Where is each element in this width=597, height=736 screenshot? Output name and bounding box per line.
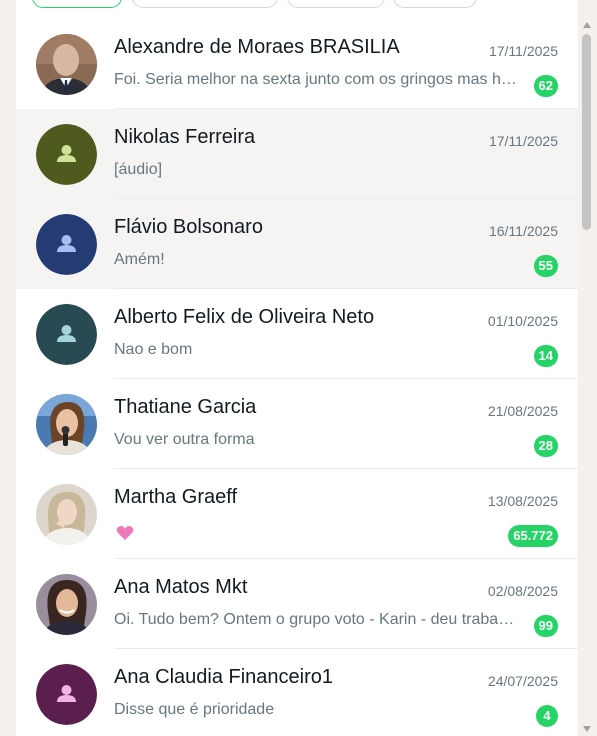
chat-row-martha[interactable]: Martha Graeff 13/08/2025 65.772	[16, 469, 578, 559]
unread-badge: 55	[533, 255, 558, 277]
avatar	[36, 34, 97, 95]
avatar	[36, 484, 97, 545]
chat-date: 02/08/2025	[487, 583, 558, 599]
chat-row-ana-claudia[interactable]: Ana Claudia Financeiro1 24/07/2025 Disse…	[16, 649, 578, 736]
chat-name: Nikolas Ferreira	[114, 126, 256, 148]
filter-chip-2[interactable]	[132, 0, 278, 8]
unread-badge: 28	[533, 435, 558, 457]
chat-date: 17/11/2025	[488, 43, 558, 59]
unread-badge: 65.772	[508, 525, 558, 547]
chat-preview: Amém!	[114, 251, 165, 268]
chat-preview: Oi. Tudo bem? Ontem o grupo voto - Karin…	[114, 611, 517, 628]
scroll-thumb[interactable]	[582, 34, 591, 230]
chat-date: 01/10/2025	[487, 313, 558, 329]
filter-chip-4[interactable]	[393, 0, 477, 8]
avatar	[36, 214, 97, 275]
chat-date: 24/07/2025	[487, 673, 558, 689]
filter-chip-3[interactable]	[287, 0, 385, 8]
chat-row-nikolas[interactable]: Nikolas Ferreira 17/11/2025 [áudio]	[16, 109, 578, 199]
avatar	[36, 304, 97, 365]
chat-name: Ana Claudia Financeiro1	[114, 666, 334, 688]
chat-date: 16/11/2025	[488, 223, 558, 239]
chat-name: Alberto Felix de Oliveira Neto	[114, 306, 375, 328]
chat-row-alberto[interactable]: Alberto Felix de Oliveira Neto 01/10/202…	[16, 289, 578, 379]
avatar	[36, 124, 97, 185]
scrollbar[interactable]	[578, 0, 597, 736]
chat-date: 21/08/2025	[487, 403, 558, 419]
chat-preview: Vou ver outra forma	[114, 431, 255, 448]
scroll-down-arrow-icon[interactable]	[583, 726, 591, 732]
avatar	[36, 394, 97, 455]
chat-date: 13/08/2025	[487, 493, 558, 509]
chat-list: Alexandre de Moraes BRASILIA 17/11/2025 …	[16, 0, 578, 736]
chat-row-flavio[interactable]: Flávio Bolsonaro 16/11/2025 Amém! 55	[16, 199, 578, 289]
chat-preview: Nao e bom	[114, 341, 193, 358]
chat-row-thatiane[interactable]: Thatiane Garcia 21/08/2025 Vou ver outra…	[16, 379, 578, 469]
unread-badge: 4	[536, 705, 558, 727]
chat-name: Thatiane Garcia	[114, 396, 257, 418]
chat-name: Alexandre de Moraes BRASILIA	[114, 36, 400, 58]
chat-name: Martha Graeff	[114, 486, 238, 508]
chat-preview: [áudio]	[114, 161, 163, 178]
chat-preview: Foi. Seria melhor na sexta junto com os …	[114, 71, 517, 88]
heart-icon	[116, 526, 134, 540]
chat-name: Flávio Bolsonaro	[114, 216, 263, 238]
chat-preview: Disse que é prioridade	[114, 701, 275, 718]
chat-name: Ana Matos Mkt	[114, 576, 248, 598]
chat-date: 17/11/2025	[488, 133, 558, 149]
unread-badge: 99	[533, 615, 558, 637]
filter-chip-1[interactable]	[32, 0, 122, 8]
avatar	[36, 664, 97, 725]
unread-badge: 62	[533, 75, 558, 97]
avatar	[36, 574, 97, 635]
chat-row-ana-matos[interactable]: Ana Matos Mkt 02/08/2025 Oi. Tudo bem? O…	[16, 559, 578, 649]
chat-row-alexandre[interactable]: Alexandre de Moraes BRASILIA 17/11/2025 …	[16, 19, 578, 109]
unread-badge: 14	[533, 345, 558, 367]
scroll-up-arrow-icon[interactable]	[583, 22, 591, 28]
